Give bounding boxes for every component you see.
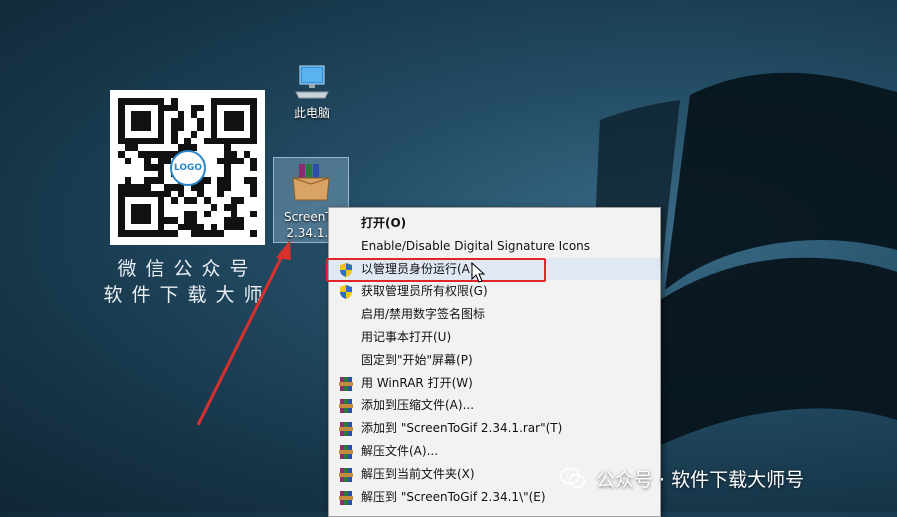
menu-item-label: 启用/禁用数字签名图标: [361, 307, 486, 322]
winrar-icon: [338, 444, 354, 460]
menu-item-label: 添加到压缩文件(A)...: [361, 398, 475, 413]
winrar-icon: [338, 398, 354, 414]
cursor-icon: [471, 262, 486, 283]
wechat-icon: [560, 467, 586, 488]
menu-item-label: 解压到当前文件夹(X): [361, 466, 475, 481]
uac-shield-icon: [338, 284, 354, 300]
winrar-icon: [338, 490, 354, 506]
highlight-box: [326, 258, 546, 282]
winrar-icon: [338, 376, 354, 392]
menu-item[interactable]: 启用/禁用数字签名图标: [329, 303, 660, 326]
menu-item-label: 解压文件(A)...: [361, 443, 439, 458]
menu-item-label: 添加到 "ScreenToGif 2.34.1.rar"(T): [361, 421, 563, 436]
menu-item[interactable]: 解压文件(A)...: [329, 440, 660, 463]
menu-item-label: 打开(O): [361, 216, 407, 230]
menu-item[interactable]: 打开(O): [329, 212, 660, 235]
menu-item[interactable]: 添加到压缩文件(A)...: [329, 394, 660, 417]
watermark-text: 公众号 · 软件下载大师号: [596, 468, 805, 491]
menu-item[interactable]: 固定到"开始"屏幕(P): [329, 349, 660, 372]
winrar-icon: [338, 467, 354, 483]
menu-item[interactable]: 用记事本打开(U): [329, 326, 660, 349]
menu-item-label: 解压到 "ScreenToGif 2.34.1\"(E): [361, 489, 546, 504]
menu-item[interactable]: Enable/Disable Digital Signature Icons: [329, 235, 660, 258]
menu-item-label: 用 WinRAR 打开(W): [361, 375, 473, 390]
watermark: 公众号 · 软件下载大师号: [560, 463, 804, 493]
menu-item-label: 用记事本打开(U): [361, 329, 452, 344]
menu-item-label: 固定到"开始"屏幕(P): [361, 352, 473, 367]
menu-item[interactable]: 获取管理员所有权限(G): [329, 280, 660, 303]
menu-item[interactable]: 用 WinRAR 打开(W): [329, 372, 660, 395]
menu-item-label: Enable/Disable Digital Signature Icons: [361, 238, 591, 253]
menu-item-label: 获取管理员所有权限(G): [361, 284, 488, 299]
winrar-icon: [338, 421, 354, 437]
menu-item[interactable]: 添加到 "ScreenToGif 2.34.1.rar"(T): [329, 417, 660, 440]
